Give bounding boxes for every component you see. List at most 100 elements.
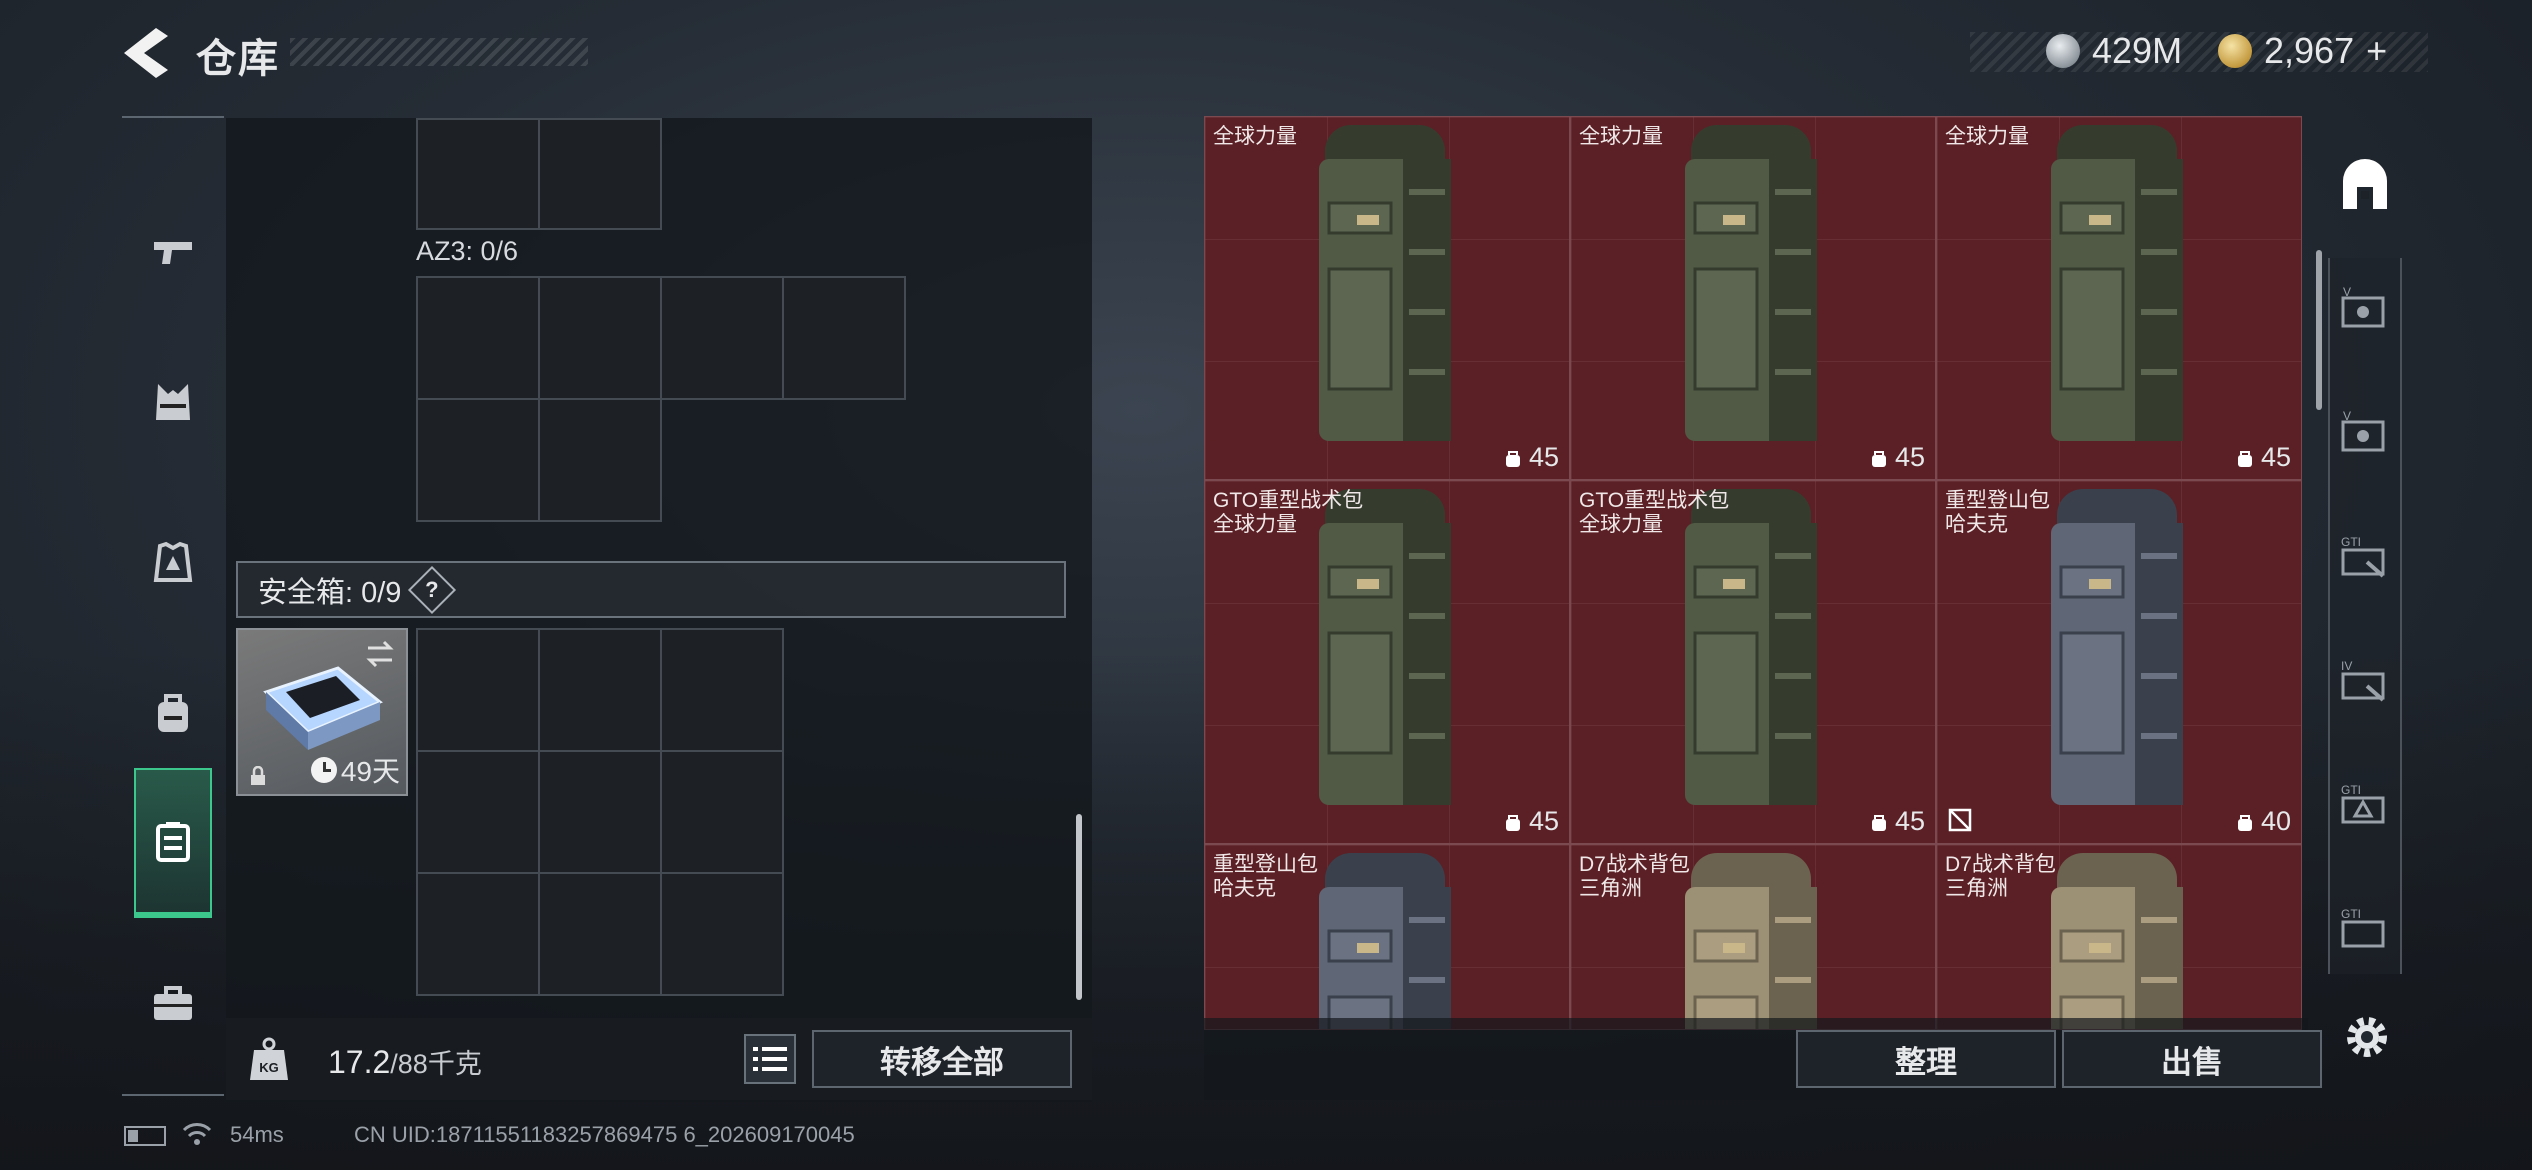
stash-item-capacity: 45 — [2235, 442, 2291, 473]
stash-grid: 全球力量 45 全球力量 45 全球力量 45 GTO重型战术包 全球力量 45 GTO重型战术包… — [1204, 116, 2308, 1030]
stash-item-name-line1: D7战术背包 — [1579, 853, 1690, 876]
svg-text:KG: KG — [259, 1060, 279, 1075]
stash-item-name-line1: D7战术背包 — [1945, 853, 2056, 876]
page-title: 仓库 — [196, 37, 280, 81]
stash-item-capacity: 45 — [1503, 442, 1559, 473]
gold-amount: 2,967 — [2264, 30, 2355, 71]
left-scrollbar[interactable] — [1076, 814, 1082, 1000]
svg-text:GTI: GTI — [2341, 907, 2361, 921]
settings-gear-icon[interactable] — [2340, 1010, 2394, 1064]
sidebar-item-armor[interactable] — [134, 488, 212, 638]
stash-item[interactable]: 全球力量 45 — [1936, 116, 2302, 480]
add-currency-button[interactable]: + — [2366, 30, 2387, 72]
safe-box-days: 49天 — [340, 756, 400, 787]
chest-rig-icon — [156, 384, 190, 420]
sidebar-item-briefcase[interactable] — [134, 928, 212, 1078]
backpack-image — [2051, 125, 2183, 441]
stash-item-capacity: 45 — [1503, 806, 1559, 837]
gold-currency[interactable]: 2,967 + — [2218, 30, 2387, 72]
case-v-icon: V — [2341, 409, 2385, 452]
stash-item-name: 重型登山包 哈夫克 — [1213, 853, 1318, 901]
gold-coin-icon — [2218, 34, 2252, 68]
stash-item-capacity-value: 45 — [1894, 442, 1925, 472]
list-view-button[interactable] — [744, 1034, 796, 1084]
back-arrow-icon[interactable] — [118, 22, 178, 84]
weight-readout: 17.2/88千克 — [328, 1042, 482, 1081]
container-grid-top[interactable] — [416, 118, 662, 230]
safe-case-image — [263, 666, 383, 750]
case-gti-icon: GTI — [2341, 907, 2385, 948]
help-icon[interactable]: ? — [408, 565, 457, 614]
stash-item-capacity-value: 40 — [2260, 806, 2291, 836]
category-sidebar — [122, 116, 224, 1096]
stash-scrollbar[interactable] — [2316, 250, 2322, 410]
silver-coin-icon — [2046, 34, 2080, 68]
stash-item-name-line2: 哈夫克 — [1213, 877, 1276, 900]
az3-grid-row1[interactable] — [416, 276, 906, 400]
case-gti-icon: GTI — [2341, 535, 2385, 578]
tab-stash-v2[interactable]: V — [2324, 374, 2406, 498]
safe-box-grid[interactable] — [416, 628, 784, 996]
stash-item-name-line2: 全球力量 — [1579, 513, 1663, 536]
stash-item-capacity: 45 — [1869, 442, 1925, 473]
stash-item-name-line1: GTO重型战术包 — [1579, 489, 1730, 512]
stash-item-name-line1: GTO重型战术包 — [1213, 489, 1364, 512]
stash-item-name-line1: 重型登山包 — [1945, 489, 2050, 512]
safe-box-item[interactable]: 49天 — [236, 628, 408, 796]
lock-icon — [251, 766, 265, 785]
stash-item-name-line2: 三角洲 — [1945, 877, 2008, 900]
capacity-icon — [1871, 814, 1886, 831]
transfer-all-button[interactable]: 转移全部 — [812, 1030, 1072, 1088]
stash-item-name: 重型登山包 哈夫克 — [1945, 489, 2050, 537]
wifi-icon — [182, 1123, 212, 1145]
svg-text:GTI: GTI — [2341, 535, 2361, 549]
sidebar-item-backpack[interactable] — [134, 638, 212, 788]
stash-item-name: D7战术背包 三角洲 — [1579, 853, 1690, 901]
stash-item[interactable]: D7战术背包 三角洲 — [1936, 844, 2302, 1030]
weight-max: /88千克 — [390, 1049, 482, 1079]
battery-icon — [124, 1126, 166, 1146]
stash-item[interactable]: D7战术背包 三角洲 — [1570, 844, 1936, 1030]
stash-item-capacity-value: 45 — [2260, 442, 2291, 472]
sidebar-item-vest[interactable] — [134, 328, 212, 478]
stash-item-name-line2: 哈夫克 — [1945, 513, 2008, 536]
tab-stash-v1[interactable]: V — [2324, 250, 2406, 374]
stash-item-capacity: 40 — [2235, 806, 2291, 837]
capacity-icon — [1505, 450, 1520, 467]
backpack-image — [1685, 125, 1817, 441]
safe-box-duration: 49天 — [310, 750, 400, 790]
stash-tabs: V V GTI IV GTI GTI — [2324, 120, 2406, 1020]
tab-stash-main[interactable] — [2324, 120, 2406, 250]
stash-item-name-line1: 全球力量 — [1579, 125, 1663, 148]
no-modify-icon — [1948, 808, 1972, 832]
stash-home-icon — [2343, 159, 2387, 209]
armor-icon — [153, 541, 193, 582]
tab-stash-iv[interactable]: IV — [2324, 622, 2406, 746]
stash-item-name: 全球力量 — [1579, 125, 1663, 149]
safe-box-icon — [156, 822, 190, 862]
sidebar-item-safe-box[interactable] — [134, 768, 212, 918]
stash-item[interactable]: GTO重型战术包 全球力量 45 — [1204, 480, 1570, 844]
tab-stash-gti2[interactable]: GTI — [2324, 746, 2406, 870]
backpack-image — [1319, 853, 1451, 1029]
briefcase-icon — [154, 986, 192, 1020]
stash-item-capacity-value: 45 — [1528, 442, 1559, 472]
stash-item-capacity: 45 — [1869, 806, 1925, 837]
sell-button[interactable]: 出售 — [2062, 1030, 2322, 1088]
stash-item-name-line2: 三角洲 — [1579, 877, 1642, 900]
tab-stash-gti1[interactable]: GTI — [2324, 498, 2406, 622]
capacity-icon — [2237, 450, 2252, 467]
stash-item[interactable]: GTO重型战术包 全球力量 45 — [1570, 480, 1936, 844]
silver-currency[interactable]: 429M — [2046, 30, 2182, 72]
az3-grid-row2[interactable] — [416, 398, 662, 522]
case-v-icon: V — [2341, 285, 2385, 328]
stash-item[interactable]: 全球力量 45 — [1204, 116, 1570, 480]
stash-item-capacity-value: 45 — [1528, 806, 1559, 836]
stash-item[interactable]: 重型登山包 哈夫克 — [1204, 844, 1570, 1030]
tab-stash-gti3[interactable]: GTI — [2324, 870, 2406, 994]
sidebar-item-weapons[interactable] — [134, 178, 212, 328]
stash-item-name: 全球力量 — [1945, 125, 2029, 149]
stash-item[interactable]: 全球力量 45 — [1570, 116, 1936, 480]
sort-button[interactable]: 整理 — [1796, 1030, 2056, 1088]
stash-item[interactable]: 重型登山包 哈夫克 40 — [1936, 480, 2302, 844]
